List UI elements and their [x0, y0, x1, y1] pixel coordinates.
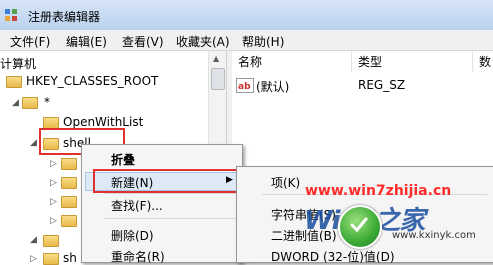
context-item-collapse[interactable]: 折叠 — [111, 151, 135, 168]
tree-node-computer[interactable]: 计算机 — [0, 55, 36, 72]
scrollbar-thumb[interactable] — [211, 68, 225, 90]
value-type-default[interactable]: REG_SZ — [358, 78, 405, 92]
context-item-delete[interactable]: 删除(D) — [111, 227, 154, 244]
submenu-item-key[interactable]: 项(K) — [271, 174, 300, 191]
watermark-url: www.win7zhijia.cn — [305, 183, 452, 199]
context-item-rename[interactable]: 重命名(R) — [111, 248, 165, 265]
menu-favorites[interactable]: 收藏夹(A) — [176, 33, 230, 50]
folder-icon — [6, 76, 22, 88]
folder-icon — [43, 235, 59, 247]
value-name-default[interactable]: (默认) — [256, 78, 289, 95]
collapse-triangle-icon[interactable]: ◢ — [30, 138, 37, 148]
folder-icon — [61, 196, 77, 208]
folder-icon — [43, 253, 59, 265]
window-title: 注册表编辑器 — [28, 10, 101, 24]
menu-help[interactable]: 帮助(H) — [242, 33, 284, 50]
menu-file[interactable]: 文件(F) — [10, 33, 50, 50]
expand-triangle-icon[interactable]: ▷ — [50, 216, 57, 226]
tree-node-star[interactable]: * — [44, 95, 50, 109]
tree-node-openwithlist[interactable]: OpenWithList — [63, 115, 143, 129]
expand-triangle-icon[interactable]: ▷ — [50, 178, 57, 188]
column-header-type[interactable]: 类型 — [352, 52, 473, 72]
tree-node-sh[interactable]: sh — [63, 251, 77, 265]
expand-triangle-icon[interactable]: ▷ — [50, 197, 57, 207]
folder-icon — [61, 215, 77, 227]
svg-text:ab: ab — [238, 82, 251, 92]
expand-triangle-icon[interactable]: ▷ — [30, 254, 37, 264]
column-header-name[interactable]: 名称 — [232, 52, 352, 72]
ab-string-icon: ab — [236, 78, 254, 93]
collapse-triangle-icon[interactable]: ◢ — [30, 235, 37, 245]
menu-separator — [104, 193, 236, 194]
regedit-app-icon — [5, 9, 17, 21]
new-highlight-box — [93, 169, 241, 193]
scroll-up-arrow-icon[interactable]: ▲ — [213, 54, 219, 63]
expand-triangle-icon[interactable]: ▷ — [50, 159, 57, 169]
context-item-find[interactable]: 查找(F)... — [111, 197, 163, 214]
folder-icon — [22, 97, 38, 109]
menu-separator — [104, 218, 236, 219]
submenu-item-dword-value[interactable]: DWORD (32-位)值(D) — [271, 248, 395, 265]
folder-icon — [61, 177, 77, 189]
menu-view[interactable]: 查看(V) — [122, 33, 164, 50]
menu-edit[interactable]: 编辑(E) — [66, 33, 107, 50]
folder-icon — [61, 158, 77, 170]
tree-node-hkcr[interactable]: HKEY_CLASSES_ROOT — [26, 74, 158, 88]
watermark-site-url: www.kxinyk.com — [392, 230, 476, 241]
column-header-data[interactable]: 数据 — [473, 52, 493, 72]
check-mark-icon — [350, 217, 368, 233]
collapse-triangle-icon[interactable]: ◢ — [12, 98, 19, 108]
